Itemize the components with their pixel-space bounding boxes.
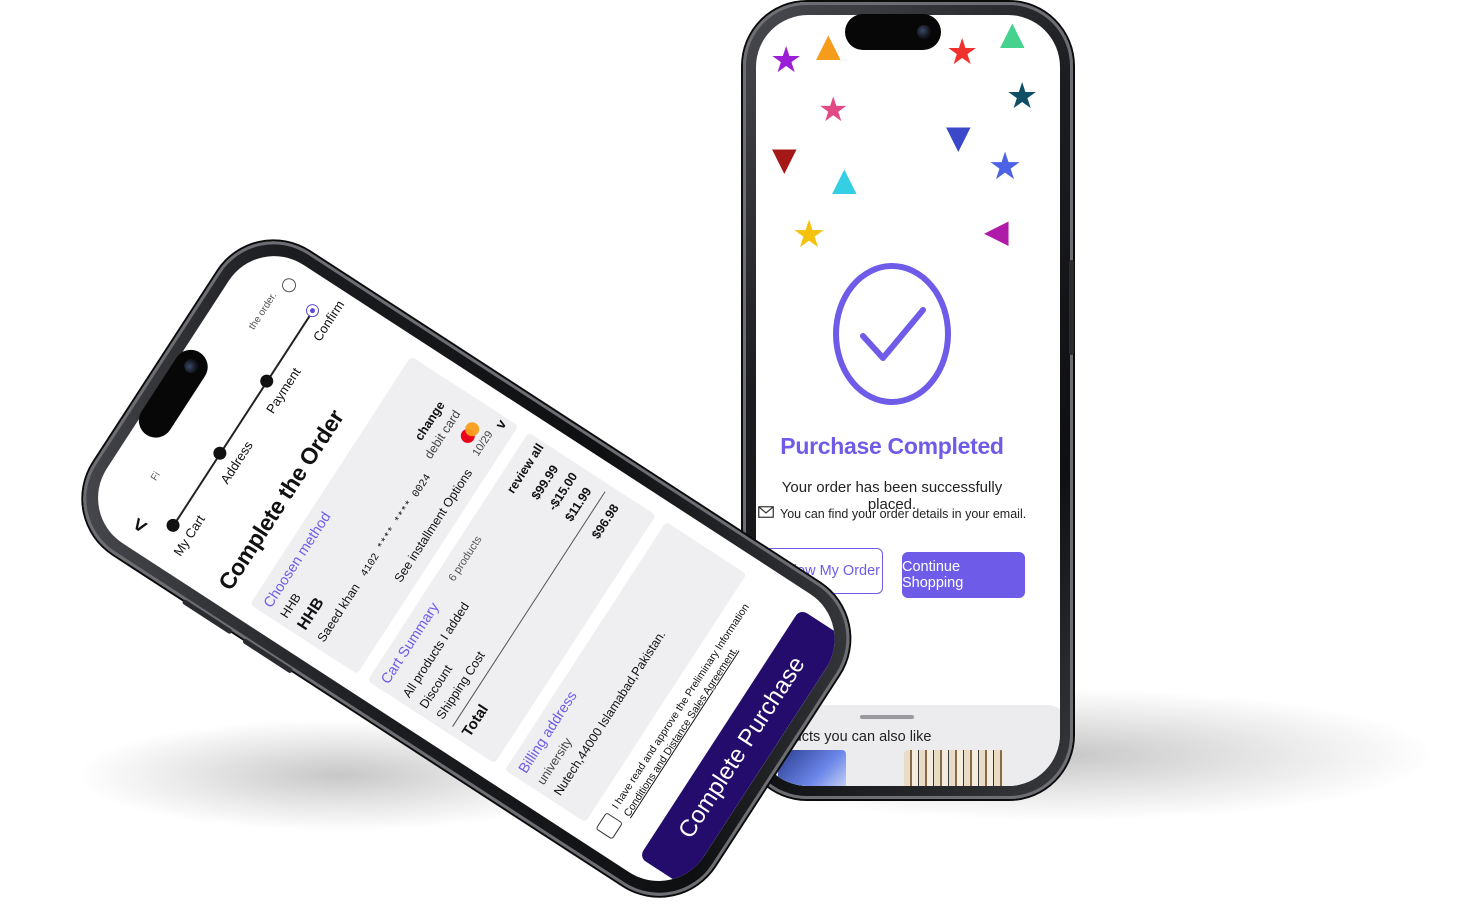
chevron-left-icon[interactable]: < [126,513,155,538]
confetti-triangle-icon: ▲ [832,160,857,198]
product-thumbnail[interactable] [904,750,1004,786]
continue-shopping-button[interactable]: Continue Shopping [902,552,1025,598]
power-button [1069,260,1074,355]
step-label-payment: Payment [263,364,304,417]
step-hint-start: Fi [149,469,163,483]
card-number: 4102 **** **** 0024 [358,472,435,580]
email-note-text: You can find your order details in your … [780,506,1027,521]
product-count: 6 products [446,534,485,584]
confetti-triangle-icon: ▼ [772,140,797,178]
product-thumbnail[interactable] [778,750,846,786]
dynamic-island [845,14,941,50]
confetti-triangle-icon: ◀ [984,212,1009,250]
email-note: You can find your order details in your … [758,506,1038,521]
envelope-icon [758,506,774,521]
confetti-star-icon: ★ [988,144,1023,188]
success-title: Purchase Completed [780,433,1004,459]
confetti-triangle-icon: ▼ [946,118,971,156]
clock-icon [279,275,299,295]
camera-icon [181,356,201,376]
confetti-star-icon: ★ [792,212,827,256]
confetti-star-icon: ★ [770,40,803,81]
agreement-checkbox[interactable] [595,812,624,840]
chevron-down-icon[interactable]: v [492,416,510,431]
step-dot-my-cart [164,516,183,535]
camera-icon [917,25,931,39]
confetti-star-icon: ★ [946,32,979,73]
confetti-triangle-icon: ▲ [816,26,841,64]
confetti-triangle-icon: ▲ [1000,15,1025,52]
check-circle-icon [831,260,953,408]
step-hint-end: the order. [247,290,280,332]
confetti-star-icon: ★ [1006,76,1039,117]
drag-handle[interactable] [860,715,914,719]
confetti-star-icon: ★ [818,90,849,130]
